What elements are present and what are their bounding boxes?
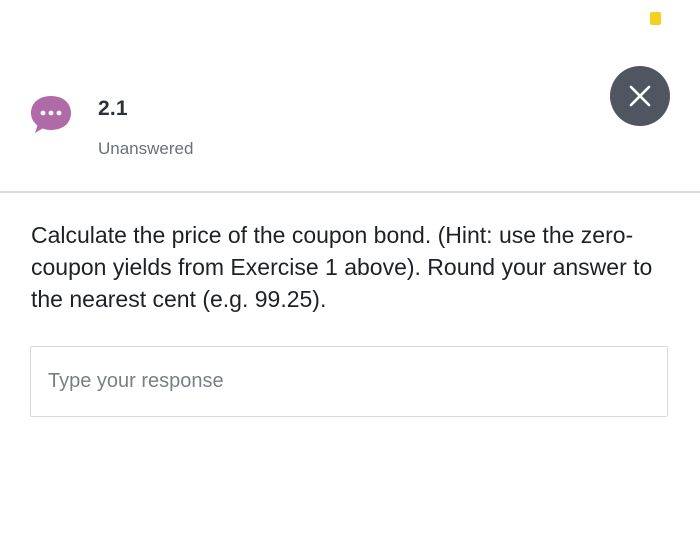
status-indicator-dot <box>650 12 661 25</box>
chat-bubble-icon <box>30 94 72 136</box>
question-status: Unanswered <box>98 139 194 158</box>
question-prompt: Calculate the price of the coupon bond. … <box>31 222 653 312</box>
response-field[interactable] <box>30 346 668 417</box>
response-input[interactable] <box>31 347 667 416</box>
question-number: 2.1 <box>98 97 128 120</box>
header-divider <box>0 191 700 193</box>
close-icon <box>629 85 651 107</box>
close-button[interactable] <box>610 66 670 126</box>
